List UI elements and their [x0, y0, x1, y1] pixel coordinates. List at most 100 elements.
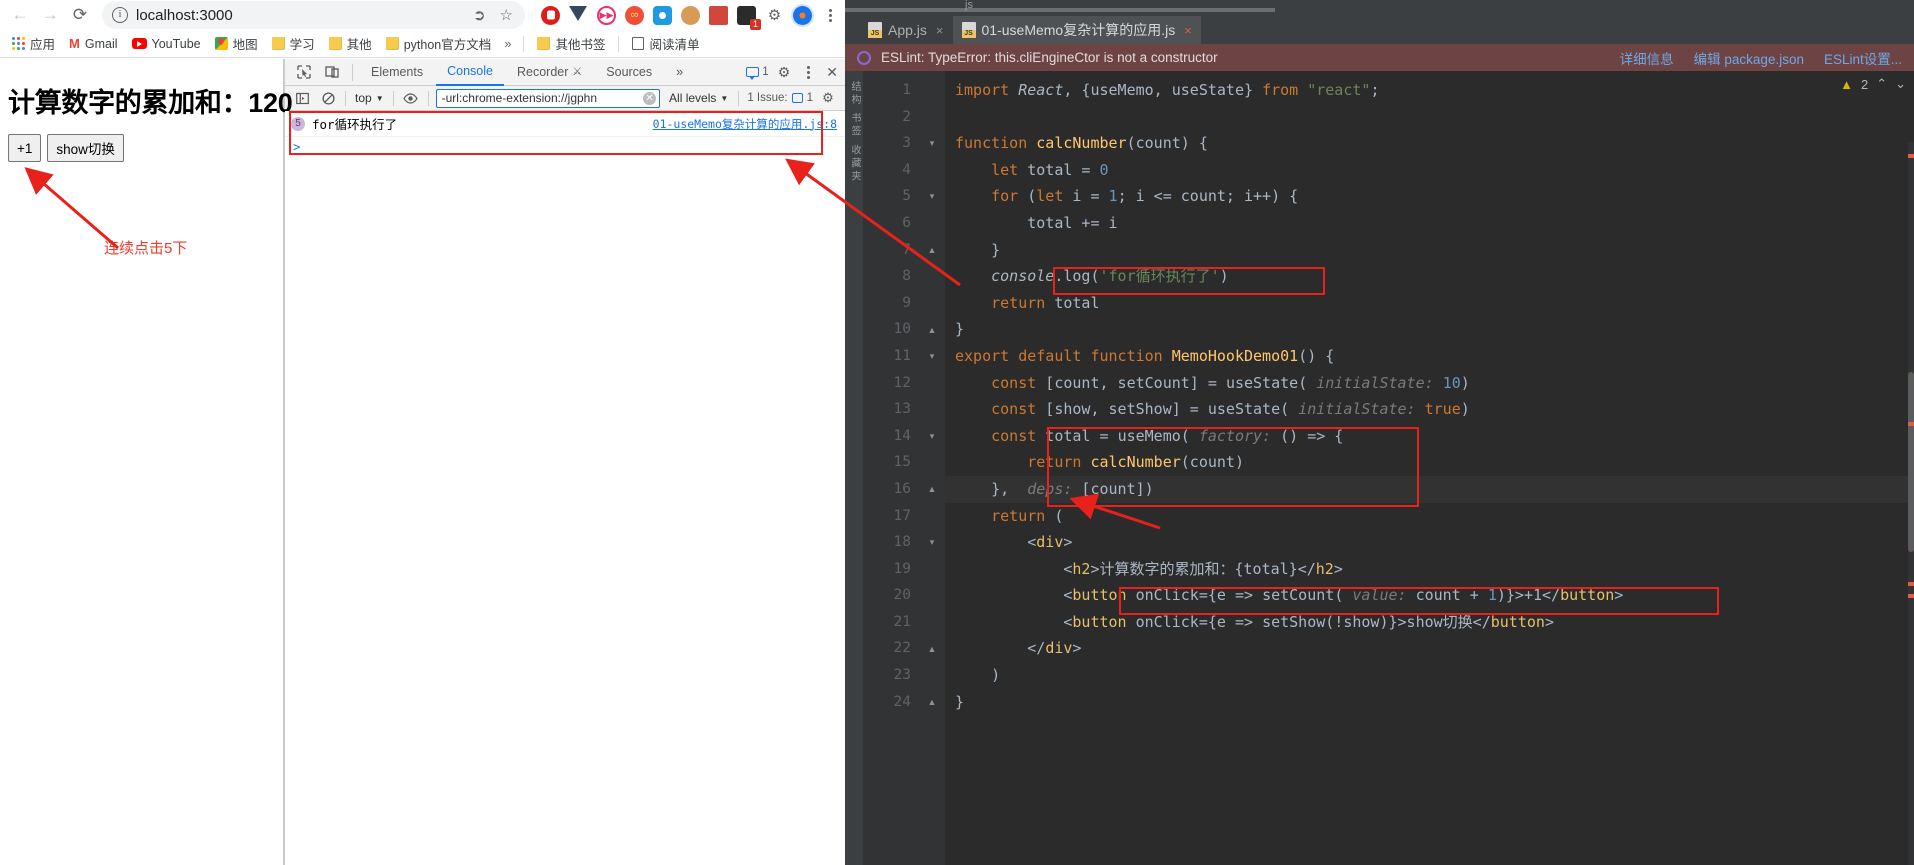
molecule-extension-icon[interactable] [709, 5, 728, 25]
tab-console[interactable]: Console [436, 59, 504, 86]
bookmark-maps[interactable]: 地图 [210, 31, 263, 56]
fold-marker[interactable] [919, 370, 945, 397]
next-problem-icon[interactable]: ⌄ [1895, 76, 1906, 92]
code-folding-gutter[interactable]: ▾ ▾ ▲ ▲ ▾ ▾ ▲ ▾ ▲ ▲ [919, 71, 945, 865]
console-settings-icon[interactable]: ⚙ [815, 88, 841, 109]
console-filter-input[interactable]: -url:chrome-extension://jgphn ✕ [435, 88, 661, 108]
share-icon[interactable]: ➲ [473, 6, 486, 24]
clear-filter-icon[interactable]: ✕ [643, 91, 657, 105]
fast-forward-extension-icon[interactable]: ▶▶ [597, 5, 616, 25]
vue-devtools-extension-icon[interactable] [569, 5, 588, 25]
toggle-show-button[interactable]: show切换 [47, 134, 124, 162]
fold-marker[interactable] [919, 662, 945, 689]
fold-marker[interactable] [919, 582, 945, 609]
code-line[interactable]: <button onClick={e => setShow(!show)}>sh… [945, 609, 1914, 636]
code-line[interactable]: return total [945, 290, 1914, 317]
code-line[interactable]: for (let i = 1; i <= count; i++) { [945, 183, 1914, 210]
infinity-newtab-extension-icon[interactable]: ∞ [625, 5, 644, 25]
code-line[interactable]: const total = useMemo( factory: () => { [945, 423, 1914, 450]
code-line[interactable] [945, 104, 1914, 131]
tab-sources[interactable]: Sources [595, 59, 663, 86]
code-line[interactable]: export default function MemoHookDemo01()… [945, 343, 1914, 370]
fold-marker[interactable]: ▾ [919, 130, 945, 157]
fold-marker[interactable]: ▲ [919, 476, 945, 503]
fold-marker[interactable]: ▲ [919, 237, 945, 264]
fold-marker[interactable] [919, 556, 945, 583]
fold-marker[interactable]: ▾ [919, 183, 945, 210]
code-line[interactable]: console.log('for循环执行了') [945, 263, 1914, 290]
fold-marker[interactable] [919, 263, 945, 290]
bookmark-gmail[interactable]: M Gmail [64, 33, 123, 54]
cookie-editor-extension-icon[interactable] [681, 5, 700, 25]
hexagon-extension-icon[interactable] [653, 5, 672, 25]
fold-marker[interactable] [919, 609, 945, 636]
ide-horizontal-scrollbar[interactable] [845, 8, 1275, 12]
fold-marker[interactable] [919, 503, 945, 530]
fold-marker[interactable] [919, 449, 945, 476]
device-toolbar-icon[interactable] [319, 61, 345, 83]
scrollbar-thumb[interactable] [1908, 372, 1914, 552]
code-line[interactable]: const [show, setShow] = useState( initia… [945, 396, 1914, 423]
close-icon[interactable]: × [1184, 23, 1192, 38]
star-icon[interactable]: ☆ [500, 6, 513, 24]
fold-marker[interactable] [919, 290, 945, 317]
code-line[interactable]: } [945, 689, 1914, 716]
console-sidebar-icon[interactable] [289, 88, 315, 109]
extensions-puzzle-icon[interactable]: ⚙ [765, 6, 784, 25]
clear-console-icon[interactable] [315, 88, 341, 109]
kebab-menu-icon[interactable] [799, 65, 817, 79]
code-line[interactable]: <div> [945, 529, 1914, 556]
code-line[interactable]: } [945, 237, 1914, 264]
console-prompt[interactable]: > [285, 137, 845, 156]
dark-reader-extension-icon[interactable]: 1 [737, 5, 761, 30]
code-line[interactable]: import React, {useMemo, useState} from "… [945, 77, 1914, 104]
editor-inspection-widget[interactable]: ▲ 2 ⌃ ⌄ [1840, 76, 1906, 92]
eslint-edit-package-json-link[interactable]: 编辑 package.json [1694, 48, 1804, 68]
inspect-element-icon[interactable] [291, 61, 317, 83]
editor-vertical-scrollbar[interactable] [1908, 142, 1914, 865]
tab-elements[interactable]: Elements [360, 59, 434, 86]
eslint-settings-link[interactable]: ESLint设置... [1824, 48, 1902, 68]
code-line[interactable]: let total = 0 [945, 157, 1914, 184]
code-line[interactable]: <h2>计算数字的累加和：{total}</h2> [945, 556, 1914, 583]
code-line[interactable]: return calcNumber(count) [945, 449, 1914, 476]
bookmark-reading-list[interactable]: 阅读清单 [627, 31, 704, 56]
close-icon[interactable]: ✕ [826, 64, 838, 81]
bookmark-youtube[interactable]: YouTube [127, 34, 206, 54]
fold-marker[interactable]: ▾ [919, 343, 945, 370]
console-message-row[interactable]: 5 for循环执行了 01-useMemo复杂计算的应用.js:8 [285, 111, 845, 137]
code-line[interactable]: const [count, setCount] = useState( init… [945, 370, 1914, 397]
code-text-area[interactable]: import React, {useMemo, useState} from "… [945, 71, 1914, 865]
fold-marker[interactable]: ▾ [919, 529, 945, 556]
code-line[interactable]: function calcNumber(count) { [945, 130, 1914, 157]
increment-button[interactable]: +1 [8, 134, 42, 162]
console-output[interactable]: 5 for循环执行了 01-useMemo复杂计算的应用.js:8 > [285, 111, 845, 865]
fold-marker[interactable]: ▲ [919, 635, 945, 662]
fold-marker[interactable] [919, 396, 945, 423]
gear-icon[interactable]: ⚙ [778, 64, 791, 81]
forward-button[interactable]: → [36, 1, 64, 29]
editor-tab-app-js[interactable]: App.js × [859, 16, 953, 44]
code-line[interactable]: } [945, 316, 1914, 343]
fold-marker[interactable]: ▲ [919, 316, 945, 343]
adblock-extension-icon[interactable] [541, 5, 560, 25]
bookmark-other-bookmarks[interactable]: 其他书签 [532, 31, 610, 56]
message-count-indicator[interactable]: 1 [746, 66, 769, 80]
back-button[interactable]: ← [6, 1, 34, 29]
code-line[interactable]: <button onClick={e => setCount( value: c… [945, 582, 1914, 609]
bookmark-apps[interactable]: 应用 [7, 31, 60, 56]
fold-marker[interactable]: ▾ [919, 423, 945, 450]
tool-window-side-bar[interactable]: 结构 书签 收藏夹 [845, 71, 863, 865]
close-icon[interactable]: × [936, 23, 944, 38]
code-line[interactable]: </div> [945, 635, 1914, 662]
editor-tab-usememo-js[interactable]: 01-useMemo复杂计算的应用.js × [952, 16, 1201, 44]
tab-recorder[interactable]: Recorder ⚔ [506, 59, 593, 86]
fold-marker[interactable] [919, 77, 945, 104]
bookmark-folder-other[interactable]: 其他 [324, 31, 377, 56]
live-expression-icon[interactable] [398, 88, 424, 109]
address-bar[interactable]: i localhost:3000 ➲ ☆ [102, 1, 525, 29]
eslint-details-link[interactable]: 详细信息 [1620, 48, 1674, 68]
fold-marker[interactable] [919, 157, 945, 184]
code-line[interactable]: ) [945, 662, 1914, 689]
code-editor[interactable]: 结构 书签 收藏夹 1 2 3 4 5 6 7 8 9 10 11 12 13 … [845, 71, 1914, 865]
